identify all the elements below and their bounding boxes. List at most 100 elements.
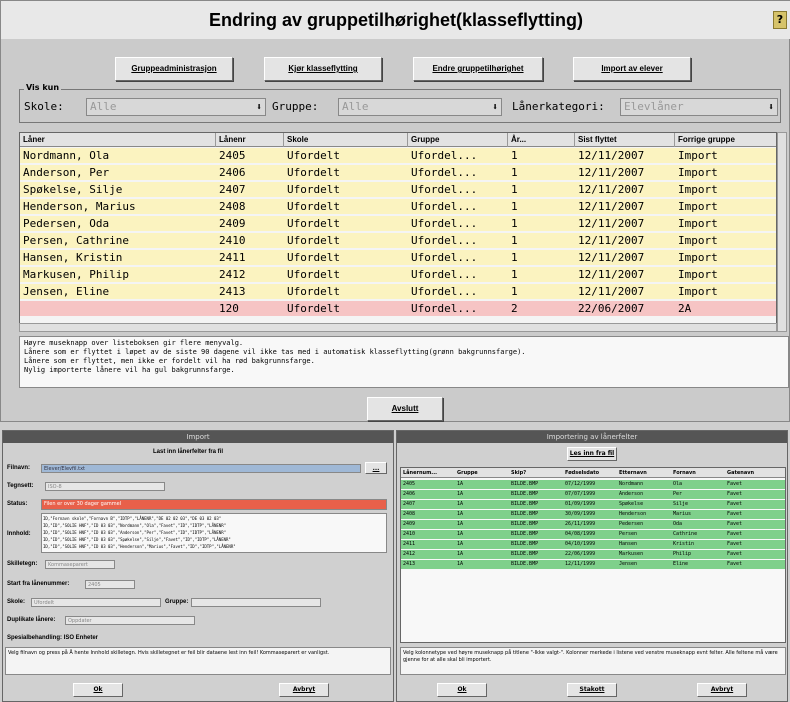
column-header[interactable]: Skip? <box>509 468 563 478</box>
table-cell: Markusen, Philip <box>23 268 129 281</box>
table-cell: 2408 <box>403 511 416 517</box>
table-row[interactable]: Spøkelse, Silje 2407 Ufordelt Ufordel... 1 12… <box>20 182 776 197</box>
table-cell: 12/11/2007 <box>578 234 645 247</box>
table-cell: 2413 <box>219 285 246 298</box>
table-cell: 120 <box>219 302 239 315</box>
filter-group: Vis kun Skole: Alle ⬇ Gruppe: Alle ⬇ Lån… <box>19 83 781 123</box>
column-header[interactable]: Gruppe <box>408 133 508 147</box>
table-cell: 12/11/2007 <box>578 183 645 196</box>
table-row[interactable]: Hansen, Kristin 2411 Ufordelt Ufordel... 1 12… <box>20 250 776 265</box>
column-header[interactable]: Gruppe <box>455 468 509 478</box>
table-row[interactable]: 2412 1A BILDE.BMP 22/06/1999 Markusen Philip F… <box>401 550 785 559</box>
table-cell: 1A <box>457 541 464 547</box>
tegnsett-select[interactable]: ISO-8 <box>45 482 165 491</box>
column-header[interactable]: Skole <box>284 133 408 147</box>
column-header[interactable]: År... <box>508 133 575 147</box>
skilletegn-select[interactable]: Kommaseparert <box>45 560 115 569</box>
table-row[interactable]: 120 Ufordelt Ufordel... 2 22/06/2007 2A <box>20 301 776 316</box>
column-header[interactable]: Gatenavn <box>725 468 785 478</box>
skole-label: Skole: <box>24 100 64 113</box>
column-header[interactable]: Sist flyttet <box>575 133 675 147</box>
lanerkategori-select[interactable]: Elevlåner ⬇ <box>620 98 778 116</box>
browse-button[interactable]: ... <box>365 462 387 474</box>
table-row[interactable]: Henderson, Marius 2408 Ufordelt Ufordel... 1… <box>20 199 776 214</box>
table-row[interactable]: 2409 1A BILDE.BMP 26/11/1999 Pedersen Oda Fave… <box>401 520 785 529</box>
table-cell: 12/11/2007 <box>578 268 645 281</box>
table-row[interactable]: 2408 1A BILDE.BMP 30/09/1999 Henderson Marius… <box>401 510 785 519</box>
skole-select[interactable]: Alle ⬇ <box>86 98 266 116</box>
column-header[interactable]: Forrige gruppe <box>675 133 776 147</box>
start-input[interactable]: 2405 <box>85 580 135 589</box>
table-cell: Favet <box>727 501 743 507</box>
table-cell <box>20 301 216 316</box>
table-cell: Favet <box>727 491 743 497</box>
table-cell: 1 <box>511 149 518 162</box>
filnavn-input[interactable]: Elever/Elevfil.txt <box>41 464 361 473</box>
stakott-button[interactable]: Stakott <box>567 683 617 697</box>
importering-note: Velg kolonnetype ved høyre museknapp på … <box>400 647 786 675</box>
table-row[interactable]: 2410 1A BILDE.BMP 04/08/1999 Persen Cathrine F… <box>401 530 785 539</box>
column-header[interactable]: Lånenr <box>216 133 284 147</box>
column-header[interactable]: Lånernum... <box>401 468 455 478</box>
table-cell: BILDE.BMP <box>511 541 539 547</box>
horizontal-scrollbar[interactable] <box>19 323 777 332</box>
table-row[interactable]: Jensen, Eline 2413 Ufordelt Ufordel... 1 12/1… <box>20 284 776 299</box>
table-row[interactable]: 2406 1A BILDE.BMP 07/07/1999 Anderson Per Fave… <box>401 490 785 499</box>
laner-table[interactable]: Låner Lånenr Skole Gruppe År... Sist flyttet F… <box>19 132 777 324</box>
kjor-klasseflytting-button[interactable]: Kjør klasseflytting <box>264 57 382 81</box>
table-cell: 1A <box>457 561 464 567</box>
table-cell: Ufordel... <box>411 200 478 213</box>
table-row[interactable]: Nordmann, Ola 2405 Ufordelt Ufordel... 1 12/1… <box>20 148 776 163</box>
table-cell: 26/11/1999 <box>565 521 596 527</box>
les-inn-button[interactable]: Les inn fra fil <box>567 447 617 461</box>
table-cell: BILDE.BMP <box>511 511 539 517</box>
table-cell: 30/09/1999 <box>565 511 596 517</box>
table-row[interactable]: Persen, Cathrine 2410 Ufordelt Ufordel... 1 1… <box>20 233 776 248</box>
table-row[interactable]: 2413 1A BILDE.BMP 12/11/1999 Jensen Eline Fave… <box>401 560 785 569</box>
table-row[interactable]: 2407 1A BILDE.BMP 01/09/1999 Spøkelse Silje Fa… <box>401 500 785 509</box>
import-av-elever-button[interactable]: Import av elever <box>573 57 691 81</box>
ok-button[interactable]: Ok <box>437 683 487 697</box>
importering-table[interactable]: Lånernum... Gruppe Skip? Fødselsdato Etterna… <box>400 467 786 643</box>
table-cell: Ufordel... <box>411 217 478 230</box>
table-header: Låner Lånenr Skole Gruppe År... Sist flyttet F… <box>20 133 776 147</box>
vertical-scrollbar[interactable] <box>777 132 787 332</box>
table-cell: 1 <box>511 200 518 213</box>
table-cell: Ufordelt <box>287 234 340 247</box>
avbryt-button[interactable]: Avbryt <box>697 683 747 697</box>
ok-button[interactable]: Ok <box>73 683 123 697</box>
innhold-line: ID,"ID","SOLIE HNF","ID 03 03","Anderson… <box>43 530 227 535</box>
table-cell: 2406 <box>219 166 246 179</box>
table-cell: Oda <box>673 521 683 527</box>
table-row[interactable]: 2405 1A BILDE.BMP 07/12/1999 Nordmann Ola Fave… <box>401 480 785 489</box>
table-cell: 12/11/2007 <box>578 251 645 264</box>
table-cell: Favet <box>727 561 743 567</box>
table-row[interactable]: Anderson, Per 2406 Ufordelt Ufordel... 1 12/1… <box>20 165 776 180</box>
gruppe-select[interactable]: Alle ⬇ <box>338 98 502 116</box>
table-row[interactable]: 2411 1A BILDE.BMP 04/10/1999 Hansen Kristin Fa… <box>401 540 785 549</box>
gruppeadministrasjon-button[interactable]: Gruppeadministrasjon <box>115 57 233 81</box>
avbryt-button[interactable]: Avbryt <box>279 683 329 697</box>
skole-select-import[interactable]: Ufordelt <box>31 598 161 607</box>
table-cell: Ufordelt <box>287 200 340 213</box>
duplikate-select[interactable]: Oppdater <box>65 616 195 625</box>
table-cell: BILDE.BMP <box>511 521 539 527</box>
chevron-down-icon: ⬇ <box>255 102 262 113</box>
endre-gruppetilhorighet-button[interactable]: Endre gruppetilhørighet <box>413 57 543 81</box>
table-row[interactable]: Pedersen, Oda 2409 Ufordelt Ufordel... 1 12/1… <box>20 216 776 231</box>
column-header[interactable]: Fornavn <box>671 468 725 478</box>
table-cell: 04/08/1999 <box>565 531 596 537</box>
gruppe-select-import[interactable] <box>191 598 321 607</box>
help-icon[interactable]: ? <box>773 11 787 29</box>
column-header[interactable]: Fødselsdato <box>563 468 617 478</box>
innhold-textarea[interactable]: ID,"Fornavn skole","Fornavn B","IDTP","L… <box>41 513 387 553</box>
table-cell: 22/06/2007 <box>578 302 645 315</box>
table-cell: Anderson, Per <box>23 166 110 179</box>
table-cell: Ufordel... <box>411 149 478 162</box>
table-cell: 1A <box>457 481 464 487</box>
column-header[interactable]: Låner <box>20 133 216 147</box>
avslutt-button[interactable]: Avslutt <box>367 397 443 421</box>
column-header[interactable]: Etternavn <box>617 468 671 478</box>
lanerkategori-select-value: Elevlåner <box>624 100 684 113</box>
table-row[interactable]: Markusen, Philip 2412 Ufordelt Ufordel... 1 1… <box>20 267 776 282</box>
